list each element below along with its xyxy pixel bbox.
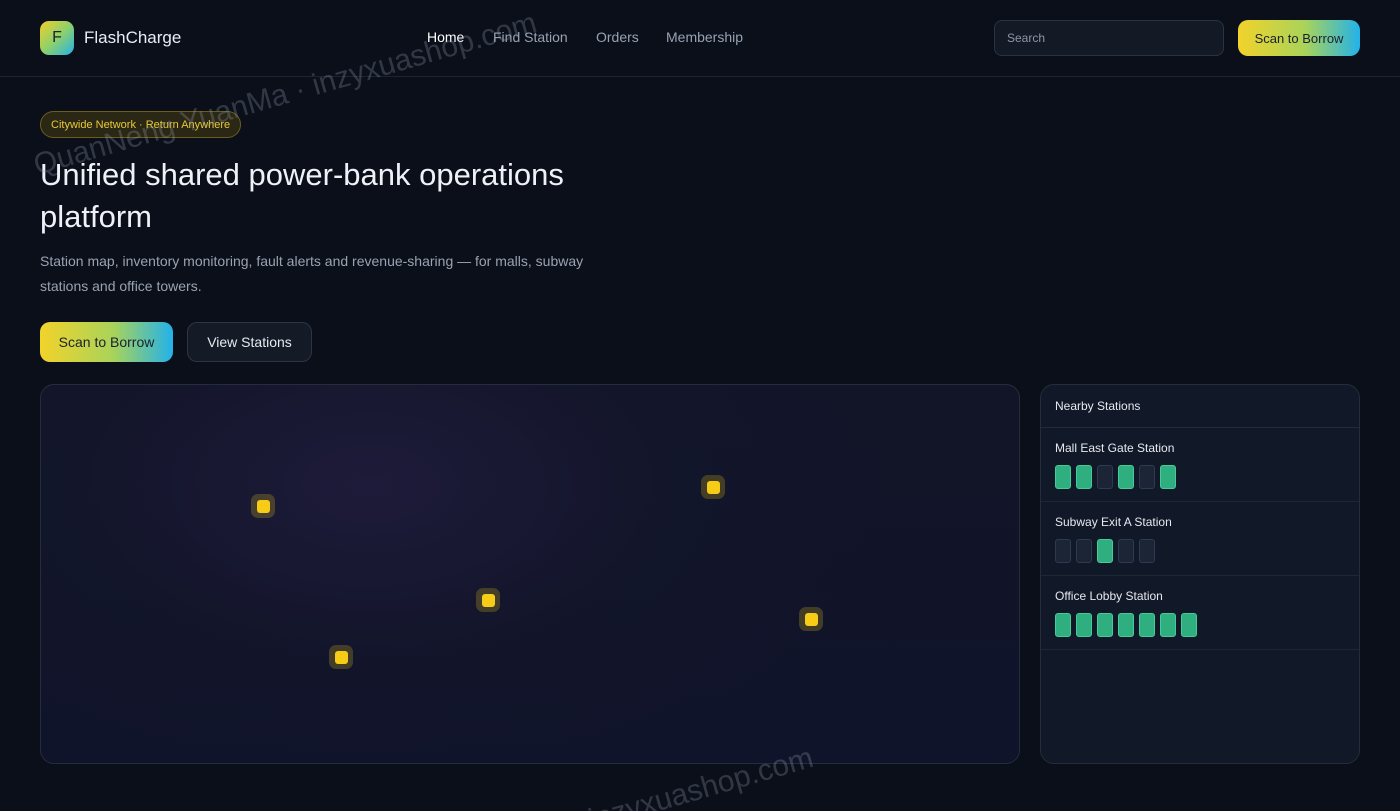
slot-available — [1139, 613, 1155, 637]
station-row[interactable]: Office Lobby Station — [1041, 576, 1359, 650]
station-name: Mall East Gate Station — [1055, 441, 1175, 455]
slot-available — [1076, 465, 1092, 489]
slot-available — [1181, 613, 1197, 637]
brand-logo[interactable]: F — [40, 21, 74, 55]
scan-to-borrow-button[interactable]: Scan to Borrow — [40, 322, 173, 362]
pin-marker-icon — [481, 593, 495, 607]
slot-available — [1076, 613, 1092, 637]
station-map[interactable] — [40, 384, 1020, 764]
pin-marker-icon — [256, 499, 270, 513]
station-name: Office Lobby Station — [1055, 589, 1163, 603]
map-station-pin[interactable] — [799, 607, 823, 631]
nav-item-membership[interactable]: Membership — [666, 29, 743, 45]
nearby-stations-title: Nearby Stations — [1041, 385, 1359, 428]
slot-available — [1160, 613, 1176, 637]
network-badge: Citywide Network · Return Anywhere — [40, 111, 242, 138]
slot-available — [1118, 613, 1134, 637]
pin-marker-icon — [804, 612, 818, 626]
slot-available — [1097, 539, 1113, 563]
search-input[interactable] — [994, 20, 1224, 56]
header-scan-to-borrow-button[interactable]: Scan to Borrow — [1238, 20, 1360, 56]
brand-logo-letter: F — [52, 29, 62, 46]
nav-item-orders[interactable]: Orders — [596, 29, 639, 45]
nearby-stations-panel: Nearby Stations Mall East Gate Station Su… — [1040, 384, 1360, 764]
station-slots — [1055, 539, 1345, 563]
map-station-pin[interactable] — [476, 588, 500, 612]
slot-available — [1097, 613, 1113, 637]
hero-subtitle: Station map, inventory monitoring, fault… — [40, 253, 584, 294]
map-station-pin[interactable] — [251, 494, 275, 518]
station-list: Mall East Gate Station Subway Exit A Stat… — [1041, 428, 1359, 650]
map-station-pin[interactable] — [329, 645, 353, 669]
pin-marker-icon — [706, 480, 720, 494]
slot-available — [1055, 613, 1071, 637]
nav-item-home[interactable]: Home — [427, 29, 464, 45]
station-slots — [1055, 465, 1345, 489]
slot-empty — [1139, 465, 1155, 489]
slot-available — [1055, 465, 1071, 489]
slot-empty — [1076, 539, 1092, 563]
view-stations-button[interactable]: View Stations — [187, 322, 312, 362]
slot-empty — [1055, 539, 1071, 563]
slot-empty — [1139, 539, 1155, 563]
page-title: Unified shared power-bank operations pla… — [40, 157, 564, 234]
nav-item-find-station[interactable]: Find Station — [493, 29, 568, 45]
station-row[interactable]: Mall East Gate Station — [1041, 428, 1359, 502]
station-row[interactable]: Subway Exit A Station — [1041, 502, 1359, 576]
slot-available — [1160, 465, 1176, 489]
station-slots — [1055, 613, 1345, 637]
slot-available — [1118, 465, 1134, 489]
brand-name[interactable]: FlashCharge — [84, 28, 181, 48]
slot-empty — [1118, 539, 1134, 563]
slot-empty — [1097, 465, 1113, 489]
station-name: Subway Exit A Station — [1055, 515, 1172, 529]
pin-marker-icon — [334, 650, 348, 664]
top-navbar: F FlashCharge Home Find Station Orders M… — [0, 0, 1400, 77]
map-station-pin[interactable] — [701, 475, 725, 499]
